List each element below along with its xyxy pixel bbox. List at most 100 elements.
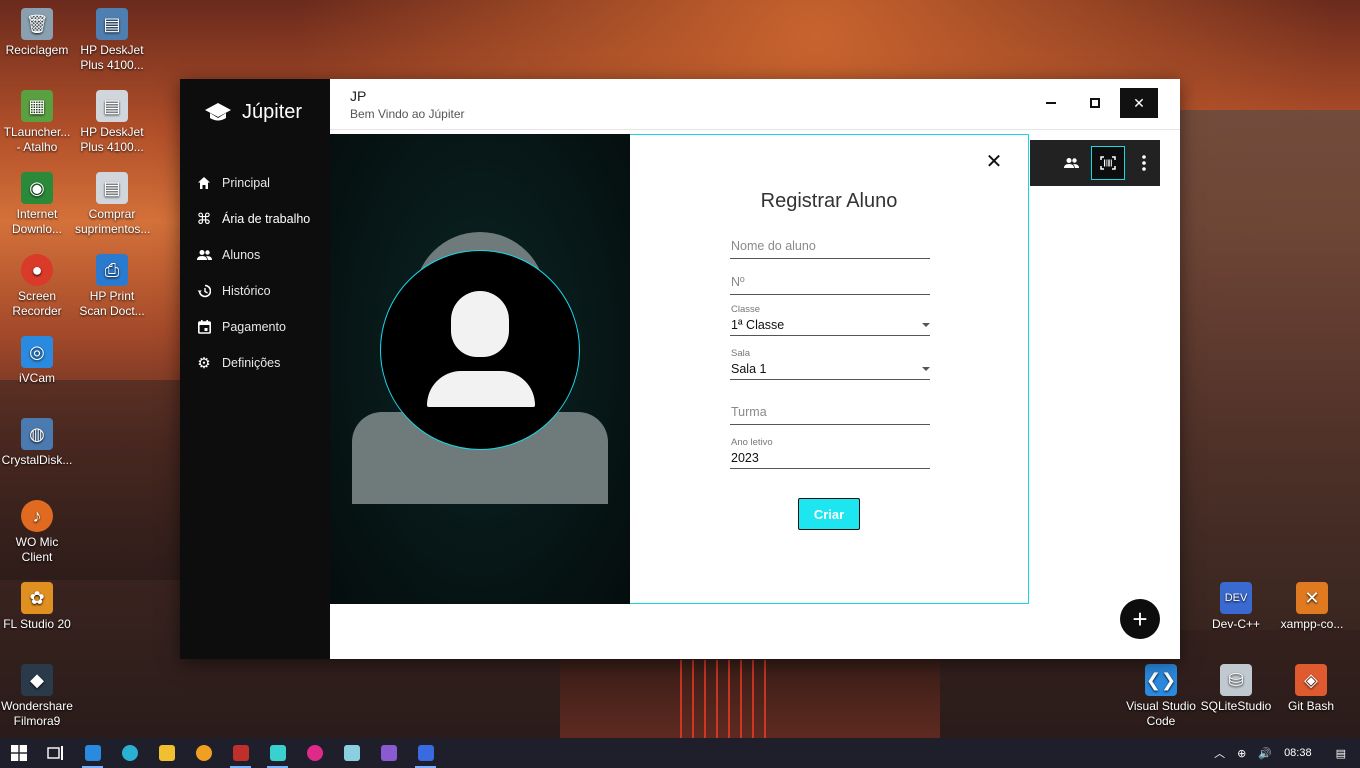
- taskbar-visual-studio[interactable]: [370, 738, 407, 768]
- chevron-down-icon: [922, 367, 930, 371]
- desktop-icon-wo-mic[interactable]: ♪ WO Mic Client: [0, 500, 74, 565]
- sidebar-item-principal[interactable]: Principal: [196, 165, 330, 201]
- folder-icon: [158, 745, 175, 761]
- people-button[interactable]: [1056, 147, 1087, 179]
- desktop-icon-tlauncher[interactable]: ▦ TLauncher... - Atalho: [0, 90, 74, 155]
- sidebar-item-alunos[interactable]: Alunos: [196, 237, 330, 273]
- student-number-placeholder: Nº: [731, 275, 745, 289]
- desktop-icon-filmora[interactable]: ◆ Wondershare Filmora9: [0, 664, 74, 729]
- task-view-button[interactable]: [37, 738, 74, 768]
- desktop-icon-devcpp[interactable]: DEV Dev-C++: [1199, 582, 1273, 632]
- minimize-button[interactable]: [1032, 88, 1070, 118]
- taskbar-app-a[interactable]: [185, 738, 222, 768]
- taskbar-access[interactable]: [222, 738, 259, 768]
- taskbar-stack[interactable]: [259, 738, 296, 768]
- calendar-icon: [196, 319, 212, 335]
- minecraft-icon: ▦: [21, 90, 53, 122]
- record-icon: ●: [21, 254, 53, 286]
- desktop-icon-vscode[interactable]: ❮❯ Visual Studio Code: [1124, 664, 1198, 729]
- sidebar-item-label: Definições: [222, 356, 281, 370]
- devcpp-icon: DEV: [1220, 582, 1252, 614]
- desktop-icon-hp-print-scan[interactable]: ⎙ HP Print Scan Doct...: [75, 254, 149, 319]
- microphone-icon: ♪: [21, 500, 53, 532]
- recycle-bin-icon: 🗑: [21, 8, 53, 40]
- fruit-icon: ✿: [21, 582, 53, 614]
- class-select-value: 1ª Classe: [731, 318, 785, 332]
- visual-studio-icon: [380, 745, 397, 761]
- maximize-button[interactable]: [1076, 88, 1114, 118]
- windows-start-icon: [10, 745, 27, 761]
- sidebar-item-pagamento[interactable]: Pagamento: [196, 309, 330, 345]
- plus-icon: +: [1132, 603, 1148, 634]
- desktop-icon-comprar[interactable]: ▤ Comprar suprimentos...: [75, 172, 150, 237]
- close-window-button[interactable]: ✕: [1120, 88, 1158, 118]
- room-select-label: Sala: [731, 348, 751, 359]
- edge-icon: [121, 745, 138, 761]
- more-options-button[interactable]: [1129, 147, 1160, 179]
- desktop-icon-hp-deskjet-2[interactable]: ▤ HP DeskJet Plus 4100...: [75, 90, 149, 155]
- sidebar-item-definicoes[interactable]: ⚙ Definições: [196, 345, 330, 381]
- chevron-up-icon[interactable]: ︿: [1214, 745, 1225, 761]
- taskbar-app-pink[interactable]: [296, 738, 333, 768]
- git-icon: ◈: [1295, 664, 1327, 696]
- volume-icon[interactable]: 🔊: [1258, 747, 1272, 760]
- taskbar-file-explorer[interactable]: [148, 738, 185, 768]
- more-vertical-icon: [1142, 155, 1147, 171]
- header-subtitle: Bem Vindo ao Júpiter: [350, 107, 465, 121]
- avatar-head-icon: [451, 291, 509, 357]
- sidebar: Júpiter Principal ⌘ Ária de trabalho Alu…: [180, 79, 330, 659]
- printer-icon: ▤: [96, 90, 128, 122]
- webcam-icon: ◎: [21, 336, 53, 368]
- sidebar-item-historico[interactable]: Histórico: [196, 273, 330, 309]
- brand: Júpiter: [204, 101, 302, 124]
- close-icon: ✕: [985, 150, 1003, 173]
- sidebar-item-label: Ária de trabalho: [222, 212, 311, 226]
- desktop-icon-git-bash[interactable]: ◈ Git Bash: [1274, 664, 1348, 714]
- maximize-icon: [1090, 98, 1100, 108]
- wallpaper-road: [560, 660, 940, 738]
- desktop-icon-sqlitestudio[interactable]: ⛁ SQLiteStudio: [1199, 664, 1273, 714]
- desktop-icon-hp-deskjet-1[interactable]: ▤ HP DeskJet Plus 4100...: [75, 8, 149, 73]
- globe-icon[interactable]: ⊕: [1237, 747, 1246, 760]
- graduation-cap-icon: [205, 102, 231, 120]
- room-select-value: Sala 1: [731, 362, 767, 376]
- class-select[interactable]: Classe 1ª Classe: [730, 304, 930, 336]
- desktop-icon-ivcam[interactable]: ◎ iVCam: [0, 336, 74, 386]
- room-select[interactable]: Sala Sala 1: [730, 348, 930, 380]
- register-student-dialog: ✕ Registrar Aluno Nome do aluno Nº Class…: [330, 134, 1030, 604]
- database-icon: ⛁: [1220, 664, 1252, 696]
- disk-icon: ◍: [21, 418, 53, 450]
- taskbar-edge[interactable]: [111, 738, 148, 768]
- desktop-icon-fl-studio[interactable]: ✿ FL Studio 20: [0, 582, 74, 632]
- desktop-icon-xampp[interactable]: ✕ xampp-co...: [1275, 582, 1349, 632]
- barcode-scan-icon: [1100, 156, 1116, 170]
- add-fab-button[interactable]: +: [1120, 599, 1160, 639]
- student-number-field[interactable]: Nº: [730, 272, 930, 295]
- taskbar-notepad[interactable]: [333, 738, 370, 768]
- sidebar-item-area-de-trabalho[interactable]: ⌘ Ária de trabalho: [196, 201, 330, 237]
- stack-icon: [269, 745, 286, 761]
- student-avatar-upload[interactable]: [380, 250, 580, 450]
- school-year-field[interactable]: Ano letivo 2023: [730, 437, 930, 469]
- notifications-icon[interactable]: ▤: [1336, 747, 1346, 760]
- create-button[interactable]: Criar: [798, 498, 860, 530]
- desktop-icon-idm[interactable]: ◉ Internet Downlo...: [0, 172, 74, 237]
- desktop-icon-crystaldisk[interactable]: ◍ CrystalDisk...: [0, 418, 74, 468]
- xampp-icon: ✕: [1296, 582, 1328, 614]
- chevron-down-icon: [922, 323, 930, 327]
- desktop-icon-screen-recorder[interactable]: ● Screen Recorder: [0, 254, 74, 319]
- student-name-field[interactable]: Nome do aluno: [730, 236, 930, 259]
- sidebar-item-label: Pagamento: [222, 320, 286, 334]
- toolbar: [1030, 140, 1160, 186]
- barcode-scan-button[interactable]: [1091, 146, 1125, 180]
- taskbar-app-blue[interactable]: [407, 738, 444, 768]
- brand-name: Júpiter: [242, 101, 303, 123]
- system-tray: ︿ ⊕ 🔊 08:38 ▤: [1208, 738, 1360, 768]
- clock-time[interactable]: 08:38: [1284, 747, 1312, 759]
- taskbar-vscode[interactable]: [74, 738, 111, 768]
- start-button[interactable]: [0, 738, 37, 768]
- desktop-icon-reciclagem[interactable]: 🗑 Reciclagem: [0, 8, 74, 58]
- close-dialog-button[interactable]: ✕: [984, 150, 1004, 173]
- class-select-label: Classe: [731, 304, 761, 315]
- group-field[interactable]: Turma: [730, 402, 930, 425]
